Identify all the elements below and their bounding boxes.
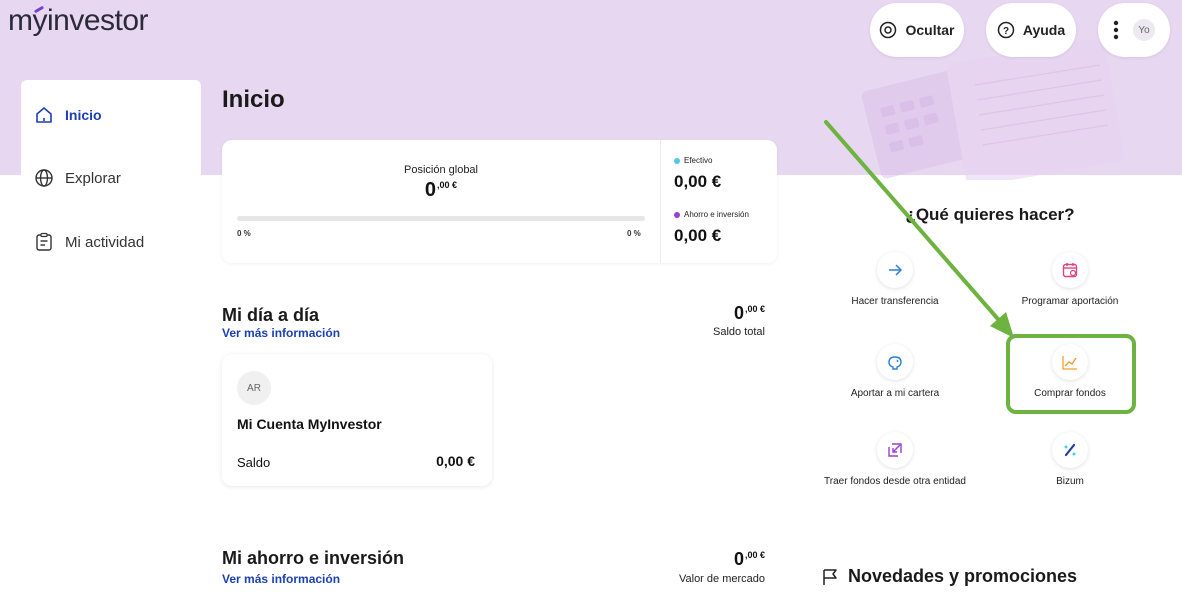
news-heading[interactable]: Novedades y promociones — [822, 566, 1077, 587]
flag-icon — [822, 568, 838, 586]
annotation-arrow — [824, 120, 1014, 338]
